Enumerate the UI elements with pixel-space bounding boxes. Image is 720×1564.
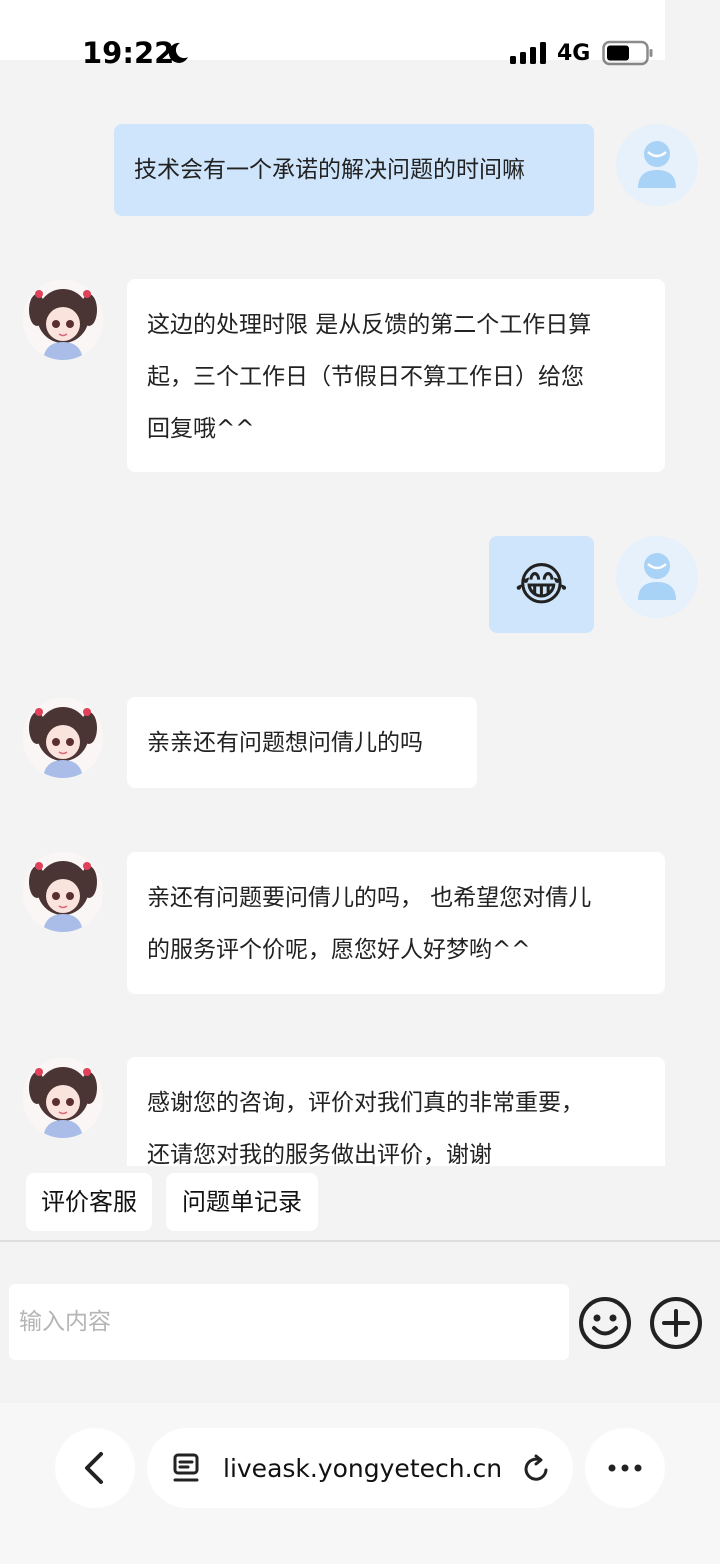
- status-time: 19:22: [82, 36, 175, 70]
- agent-avatar-image: [23, 852, 103, 932]
- agent-avatar: [23, 1058, 103, 1138]
- message-line: 亲还有问题要问倩儿的吗， 也希望您对倩儿: [147, 885, 592, 911]
- battery-icon: [602, 40, 653, 66]
- status-bar: 19:22 4G: [0, 0, 720, 100]
- message-line: 感谢您的咨询，评价对我们真的非常重要，: [147, 1090, 584, 1116]
- user-emoji-bubble: 😂: [489, 536, 594, 633]
- message-input[interactable]: 输入内容: [9, 1284, 569, 1360]
- chevron-left-icon: [85, 1452, 103, 1484]
- message-line: 的服务评个价呢，愿您好人好梦哟^^: [147, 937, 531, 963]
- more-options-button[interactable]: [585, 1428, 665, 1508]
- message-line: 还请您对我的服务做出评价，谢谢: [147, 1142, 492, 1166]
- back-button[interactable]: [55, 1428, 135, 1508]
- message-text: 技术会有一个承诺的解决问题的时间嘛: [134, 157, 525, 183]
- agent-avatar-image: [23, 698, 103, 778]
- agent-message-bubble: 这边的处理时限 是从反馈的第二个工作日算 起，三个工作日（节假日不算工作日）给您…: [127, 279, 665, 472]
- url-text[interactable]: liveask.yongyetech.cn: [223, 1453, 502, 1485]
- message-text: 亲亲还有问题想问倩儿的吗: [147, 730, 423, 756]
- agent-avatar-image: [23, 280, 103, 360]
- emoji-picker-icon[interactable]: [577, 1295, 633, 1351]
- user-avatar: [616, 536, 698, 618]
- user-avatar: [616, 124, 698, 206]
- signal-icon: [510, 42, 546, 64]
- network-type: 4G: [557, 41, 591, 66]
- chat-area[interactable]: 技术会有一个承诺的解决问题的时间嘛 这边的处理时限 是从反馈的第二个工作日算 起…: [0, 100, 720, 1166]
- rate-service-button[interactable]: 评价客服: [26, 1173, 152, 1231]
- moon-icon: [168, 42, 188, 63]
- composer-divider: [0, 1240, 720, 1242]
- page-info-icon[interactable]: [172, 1452, 202, 1486]
- agent-avatar: [23, 280, 103, 360]
- laughing-emoji: 😂: [514, 557, 569, 611]
- agent-message-bubble: 感谢您的咨询，评价对我们真的非常重要， 还请您对我的服务做出评价，谢谢: [127, 1057, 665, 1166]
- user-message-bubble: 技术会有一个承诺的解决问题的时间嘛: [114, 124, 594, 216]
- agent-message-bubble: 亲还有问题要问倩儿的吗， 也希望您对倩儿 的服务评个价呢，愿您好人好梦哟^^: [127, 852, 665, 994]
- add-attachment-icon[interactable]: [648, 1295, 704, 1351]
- message-line: 回复哦^^: [147, 416, 255, 442]
- agent-avatar-image: [23, 1058, 103, 1138]
- message-line: 起，三个工作日（节假日不算工作日）给您: [147, 364, 584, 390]
- agent-avatar: [23, 698, 103, 778]
- ticket-records-button[interactable]: 问题单记录: [166, 1173, 318, 1231]
- message-line: 这边的处理时限 是从反馈的第二个工作日算: [147, 312, 592, 338]
- more-dots-icon: [608, 1464, 642, 1472]
- reload-icon[interactable]: [521, 1453, 553, 1485]
- user-avatar-icon: [638, 141, 676, 188]
- agent-avatar: [23, 852, 103, 932]
- user-avatar-icon: [638, 553, 676, 600]
- agent-message-bubble: 亲亲还有问题想问倩儿的吗: [127, 697, 477, 788]
